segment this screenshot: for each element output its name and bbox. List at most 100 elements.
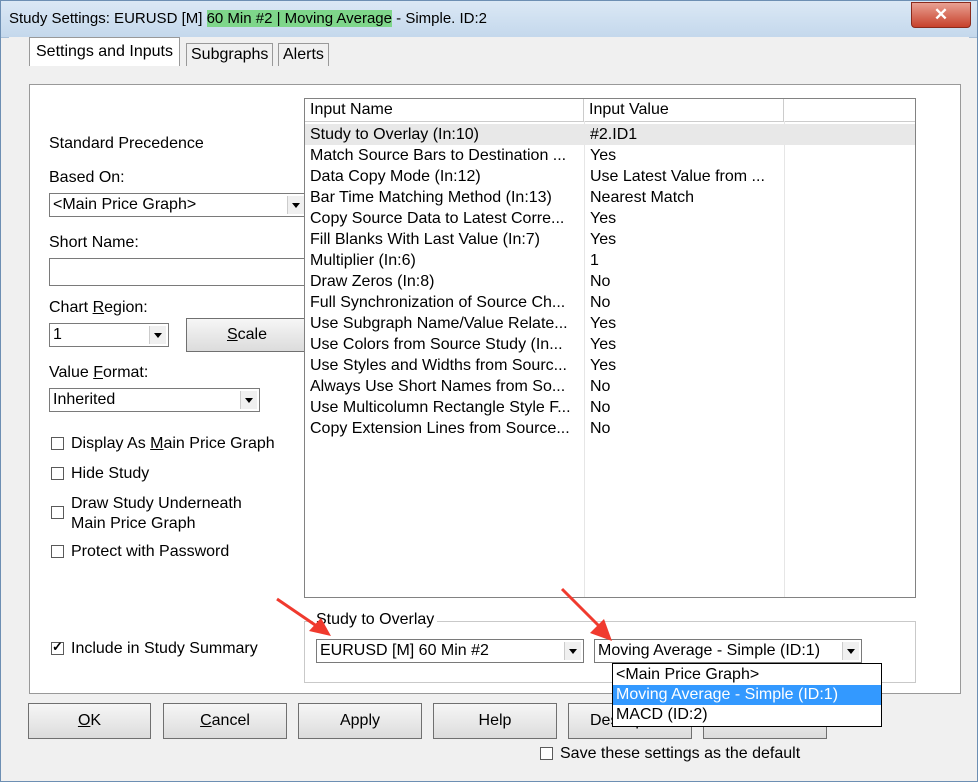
- standard-precedence-label: Standard Precedence: [49, 135, 204, 152]
- hide-study-label: Hide Study: [71, 465, 150, 482]
- chart-region-combo[interactable]: 1: [49, 323, 169, 347]
- grid-row[interactable]: Full Synchronization of Source Ch... No: [305, 292, 915, 313]
- hide-study-checkbox[interactable]: [51, 467, 64, 480]
- grid-row[interactable]: Use Multicolumn Rectangle Style F... No: [305, 397, 915, 418]
- annotation-arrow-right: [560, 587, 612, 641]
- grid-header-input-name[interactable]: Input Name: [305, 99, 584, 121]
- grid-row[interactable]: Draw Zeros (In:8) No: [305, 271, 915, 292]
- grid-cell-input-value[interactable]: No: [585, 271, 784, 292]
- grid-cell-input-name[interactable]: Use Colors from Source Study (In...: [305, 334, 584, 355]
- tab-subgraphs[interactable]: Subgraphs: [186, 43, 274, 66]
- arrow-shaft: [560, 587, 604, 631]
- grid-cell-input-name[interactable]: Multiplier (In:6): [305, 250, 584, 271]
- window-title: Study Settings: EURUSD [M] 60 Min #2 | M…: [9, 10, 488, 27]
- grid-cell-input-value[interactable]: Yes: [585, 355, 784, 376]
- grid-cell-input-value[interactable]: No: [585, 292, 784, 313]
- tab-alerts[interactable]: Alerts: [278, 43, 329, 66]
- grid-row[interactable]: Study to Overlay (In:10) #2.ID1: [305, 124, 915, 145]
- grid-cell-input-value[interactable]: 1: [585, 250, 784, 271]
- save-default-label: Save these settings as the default: [560, 745, 801, 762]
- dropdown-option-macd[interactable]: MACD (ID:2): [613, 705, 881, 725]
- grid-cell-input-name[interactable]: Use Styles and Widths from Sourc...: [305, 355, 584, 376]
- grid-row[interactable]: Multiplier (In:6) 1: [305, 250, 915, 271]
- grid-cell-input-value[interactable]: Yes: [585, 229, 784, 250]
- ok-button[interactable]: OK: [28, 703, 151, 739]
- grid-cell-input-value[interactable]: No: [585, 376, 784, 397]
- chevron-down-icon: [842, 642, 859, 660]
- grid-row[interactable]: Use Styles and Widths from Sourc... Yes: [305, 355, 915, 376]
- overlay-study-combo[interactable]: Moving Average - Simple (ID:1): [594, 639, 862, 663]
- help-button[interactable]: Help: [433, 703, 557, 739]
- grid-cell-input-name[interactable]: Fill Blanks With Last Value (In:7): [305, 229, 584, 250]
- arrow-shaft: [276, 597, 322, 631]
- based-on-label: Based On:: [49, 169, 125, 186]
- apply-button[interactable]: Apply: [298, 703, 422, 739]
- grid-header-input-value[interactable]: Input Value: [584, 99, 784, 121]
- grid-cell-input-value[interactable]: Yes: [585, 145, 784, 166]
- grid-row[interactable]: Data Copy Mode (In:12) Use Latest Value f…: [305, 166, 915, 187]
- grid-cell-input-value[interactable]: Yes: [585, 313, 784, 334]
- protect-password-checkbox[interactable]: [51, 545, 64, 558]
- grid-row[interactable]: Copy Source Data to Latest Corre... Yes: [305, 208, 915, 229]
- chevron-down-icon: [149, 326, 166, 344]
- grid-cell-input-name[interactable]: Copy Source Data to Latest Corre...: [305, 208, 584, 229]
- grid-row[interactable]: Copy Extension Lines from Source... No: [305, 418, 915, 439]
- grid-row[interactable]: Use Subgraph Name/Value Relate... Yes: [305, 313, 915, 334]
- tab-settings-and-inputs[interactable]: Settings and Inputs: [29, 37, 180, 66]
- grid-cell-input-value[interactable]: No: [585, 418, 784, 439]
- draw-underneath-label-line2: Main Price Graph: [71, 515, 196, 532]
- grid-cell-input-name[interactable]: Draw Zeros (In:8): [305, 271, 584, 292]
- save-default-checkbox[interactable]: [540, 747, 553, 760]
- grid-cell-input-value[interactable]: Nearest Match: [585, 187, 784, 208]
- display-main-label: Display As Main Price Graph: [71, 435, 275, 452]
- chevron-down-icon: [287, 196, 304, 214]
- grid-cell-input-name[interactable]: Use Subgraph Name/Value Relate...: [305, 313, 584, 334]
- short-name-label: Short Name:: [49, 234, 139, 251]
- draw-underneath-checkbox[interactable]: [51, 506, 64, 519]
- cancel-button[interactable]: Cancel: [163, 703, 287, 739]
- study-settings-dialog: Study Settings: EURUSD [M] 60 Min #2 | M…: [0, 0, 978, 782]
- grid-cell-input-value[interactable]: Yes: [585, 334, 784, 355]
- close-icon: ✕: [933, 5, 949, 24]
- grid-row[interactable]: Bar Time Matching Method (In:13) Nearest …: [305, 187, 915, 208]
- include-summary-checkbox[interactable]: [51, 639, 64, 655]
- display-main-checkbox[interactable]: [51, 437, 64, 450]
- grid-cell-input-name[interactable]: Data Copy Mode (In:12): [305, 166, 584, 187]
- grid-cell-input-name[interactable]: Always Use Short Names from So...: [305, 376, 584, 397]
- grid-cell-input-value[interactable]: #2.ID1: [585, 124, 784, 145]
- grid-cell-input-value[interactable]: Yes: [585, 208, 784, 229]
- chart-region-label: Chart Region:: [49, 299, 148, 316]
- close-button[interactable]: ✕: [911, 2, 971, 28]
- title-bar: Study Settings: EURUSD [M] 60 Min #2 | M…: [1, 1, 977, 38]
- grid-row[interactable]: Always Use Short Names from So... No: [305, 376, 915, 397]
- grid-row[interactable]: Use Colors from Source Study (In... Yes: [305, 334, 915, 355]
- grid-cell-input-name[interactable]: Use Multicolumn Rectangle Style F...: [305, 397, 584, 418]
- protect-password-label: Protect with Password: [71, 543, 230, 560]
- grid-row[interactable]: Match Source Bars to Destination ... Yes: [305, 145, 915, 166]
- grid-header: Input Name Input Value: [305, 99, 915, 122]
- dropdown-option-main-price-graph[interactable]: <Main Price Graph>: [613, 665, 881, 685]
- draw-underneath-label-line1: Draw Study Underneath: [71, 495, 242, 512]
- annotation-arrow-left: [276, 597, 331, 636]
- grid-cell-input-value[interactable]: No: [585, 397, 784, 418]
- chevron-down-icon: [240, 391, 257, 409]
- grid-cell-input-name[interactable]: Full Synchronization of Source Ch...: [305, 292, 584, 313]
- based-on-combo[interactable]: <Main Price Graph>: [49, 193, 307, 217]
- scale-button[interactable]: Scale: [186, 318, 308, 352]
- overlay-study-dropdown-list[interactable]: <Main Price Graph> Moving Average - Simp…: [612, 663, 882, 727]
- grid-cell-input-name[interactable]: Study to Overlay (In:10): [305, 124, 584, 145]
- grid-cell-input-name[interactable]: Match Source Bars to Destination ...: [305, 145, 584, 166]
- settings-panel: Standard Precedence Based On: <Main Pric…: [29, 84, 961, 694]
- overlay-chart-combo[interactable]: EURUSD [M] 60 Min #2: [316, 639, 584, 663]
- inputs-grid[interactable]: Input Name Input Value Study to Overlay …: [304, 98, 916, 598]
- grid-cell-input-name[interactable]: Bar Time Matching Method (In:13): [305, 187, 584, 208]
- short-name-input[interactable]: [49, 258, 307, 286]
- dropdown-option-moving-average[interactable]: Moving Average - Simple (ID:1): [613, 685, 881, 705]
- grid-cell-input-name[interactable]: Copy Extension Lines from Source...: [305, 418, 584, 439]
- title-highlight: 60 Min #2 | Moving Average: [206, 10, 392, 27]
- grid-cell-input-value[interactable]: Use Latest Value from ...: [585, 166, 784, 187]
- include-summary-label: Include in Study Summary: [71, 640, 258, 657]
- value-format-combo[interactable]: Inherited: [49, 388, 260, 412]
- arrow-head: [309, 618, 331, 636]
- grid-row[interactable]: Fill Blanks With Last Value (In:7) Yes: [305, 229, 915, 250]
